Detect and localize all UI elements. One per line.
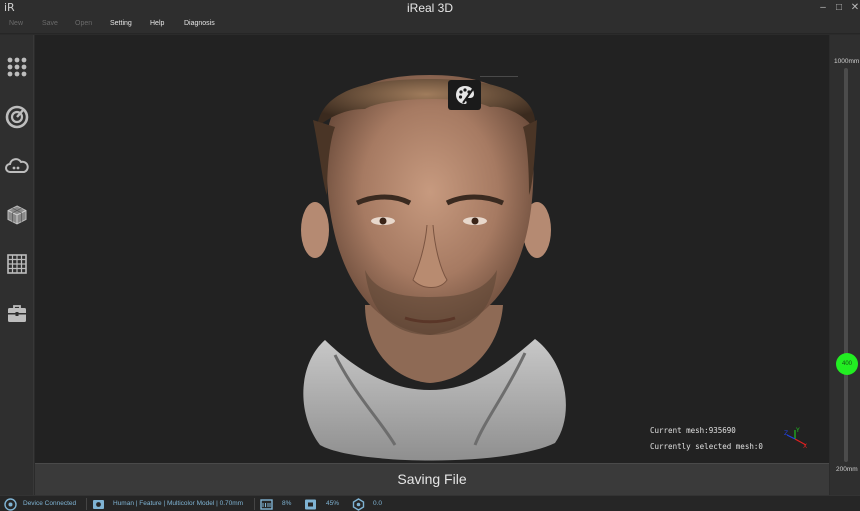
scanned-head-model[interactable]	[35, 35, 829, 463]
3d-viewport[interactable]	[35, 35, 829, 463]
menu-open[interactable]: Open	[75, 20, 92, 27]
toolbox-icon	[8, 305, 26, 322]
axis-x-label: X	[803, 443, 807, 449]
cpu-usage-text: 45%	[326, 500, 340, 507]
scan-mode-text: Human | Feature | Multicolor Model | 0.7…	[113, 500, 244, 507]
current-mesh-count: Current mesh:935690	[650, 426, 736, 435]
grid-square-icon	[7, 254, 27, 274]
memory-icon	[260, 499, 273, 510]
toolbox-button[interactable]	[4, 301, 30, 327]
grid-button[interactable]	[4, 251, 30, 277]
menu-bar: New Save Open Setting Help Diagnosis	[0, 17, 860, 34]
palette-icon	[455, 86, 474, 104]
divider	[86, 498, 87, 510]
slider-min-label: 200mm	[836, 466, 858, 473]
axis-y-label: Y	[795, 427, 800, 434]
device-status-text: Device Connected	[23, 500, 77, 507]
fps-icon	[352, 498, 365, 511]
axis-gizmo: X Y Z	[784, 427, 807, 449]
progress-status-strip: Saving File	[35, 463, 829, 495]
slider-max-label: 1000mm	[834, 58, 860, 65]
saving-status-text: Saving File	[397, 471, 467, 487]
selected-mesh-count: Currently selected mesh:0	[650, 442, 763, 451]
menu-help[interactable]: Help	[150, 20, 164, 27]
left-toolbar	[0, 35, 34, 495]
distance-slider-handle[interactable]: 400	[836, 352, 858, 375]
maximize-button[interactable]: □	[831, 0, 847, 17]
device-connected-icon	[4, 498, 17, 511]
close-button[interactable]: ✕	[847, 0, 860, 17]
cloud-icon	[5, 158, 29, 173]
grid-dots-button[interactable]	[4, 54, 30, 80]
fps-text: 0.0	[373, 500, 383, 507]
menu-new[interactable]: New	[9, 20, 23, 27]
cloud-button[interactable]	[4, 153, 30, 179]
scan-mode-icon	[93, 500, 104, 509]
cpu-icon	[305, 499, 316, 510]
color-palette-button[interactable]	[448, 80, 481, 110]
scan-button[interactable]	[4, 104, 30, 130]
distance-slider-track[interactable]	[844, 68, 848, 462]
menu-setting[interactable]: Setting	[110, 20, 132, 27]
divider	[254, 498, 255, 510]
minimize-button[interactable]: –	[815, 0, 831, 17]
grid-dots-icon	[7, 57, 27, 77]
window-title: iReal 3D	[406, 1, 454, 15]
mesh-cube-icon	[7, 205, 27, 225]
menu-diagnosis[interactable]: Diagnosis	[184, 20, 215, 27]
axis-z-label: Z	[784, 430, 788, 437]
status-bar: Device Connected Human | Feature | Multi…	[0, 495, 860, 511]
memory-usage-text: 8%	[282, 500, 292, 507]
menu-save[interactable]: Save	[42, 20, 58, 27]
divider	[480, 76, 518, 77]
mesh-button[interactable]	[4, 202, 30, 228]
power-refresh-icon	[5, 105, 29, 129]
title-bar: iR iReal 3D – □ ✕	[0, 0, 860, 17]
